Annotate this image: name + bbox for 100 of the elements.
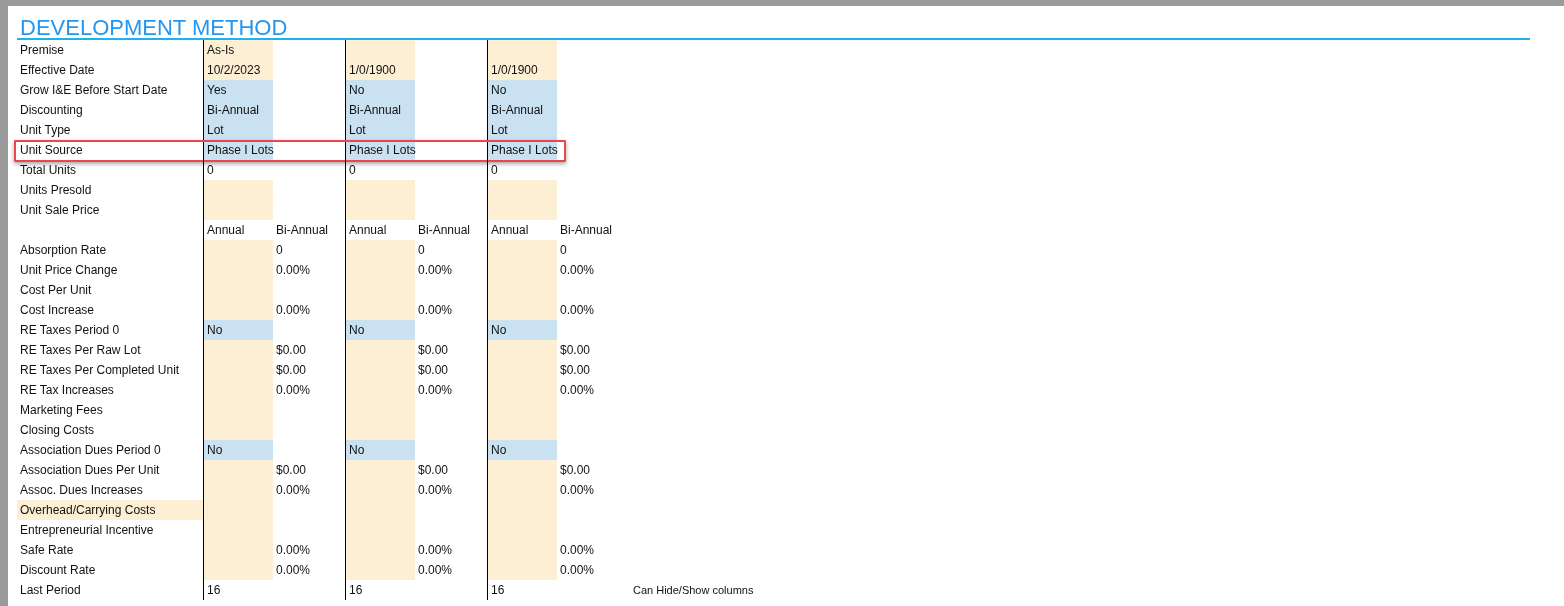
input-cell[interactable]: 10/2/2023 [203,60,273,80]
input-cell[interactable] [203,420,273,440]
input-cell[interactable] [487,340,557,360]
dropdown-cell[interactable]: Yes [203,80,273,100]
input-cell[interactable] [345,340,415,360]
input-cell[interactable] [203,560,273,580]
input-cell[interactable] [345,560,415,580]
dropdown-cell[interactable]: No [487,320,557,340]
dropdown-cell[interactable]: No [487,80,557,100]
table-cell-text: $0.00 [275,342,308,359]
input-cell[interactable] [487,300,557,320]
input-cell[interactable] [345,420,415,440]
table-cell-text: Bi-Annual [417,222,472,239]
table-cell-text: 0 [275,242,284,259]
table-cell-text: $0.00 [559,342,592,359]
row-label: Units Presold [19,182,93,199]
row-label: Entrepreneurial Incentive [19,522,155,539]
table-cell-text: 0.00% [559,562,596,579]
dropdown-cell[interactable]: No [203,440,273,460]
dropdown-cell[interactable]: Phase I Lots [345,140,415,160]
row-label: RE Tax Increases [19,382,115,399]
input-cell[interactable] [487,40,557,60]
table-cell-text: 0.00% [417,482,454,499]
row-label: Closing Costs [19,422,96,439]
input-cell[interactable] [487,200,557,220]
input-cell[interactable] [345,460,415,480]
table-cell-text: $0.00 [275,462,308,479]
dropdown-cell[interactable]: Phase I Lots [487,140,557,160]
input-cell[interactable] [487,560,557,580]
dropdown-cell[interactable]: No [345,440,415,460]
dropdown-cell[interactable]: Bi-Annual [203,100,273,120]
row-label: RE Taxes Per Completed Unit [19,362,181,379]
table-cell-text: 0 [559,242,568,259]
input-cell[interactable] [345,40,415,60]
row-label: Effective Date [19,62,96,79]
row-label: Grow I&E Before Start Date [19,82,169,99]
table-cell-text: 0.00% [417,262,454,279]
table-cell-text: $0.00 [275,362,308,379]
input-cell[interactable]: 1/0/1900 [487,60,557,80]
row-label: Cost Per Unit [19,282,93,299]
table-cell: 16 [487,580,557,600]
row-label: Unit Price Change [19,262,119,279]
table-cell-text: 0.00% [559,482,596,499]
row-label: Cost Increase [19,302,96,319]
input-cell[interactable] [345,180,415,200]
table-cell-text: $0.00 [417,362,450,379]
table-cell-text: Bi-Annual [275,222,330,239]
row-label: RE Taxes Per Raw Lot [19,342,142,359]
table-cell: 16 [203,580,273,600]
row-label: Discounting [19,102,84,119]
input-cell[interactable] [487,420,557,440]
input-cell[interactable] [487,240,557,260]
input-cell[interactable] [345,200,415,220]
table-cell-text: $0.00 [559,362,592,379]
row-label: RE Taxes Period 0 [19,322,121,339]
input-cell[interactable] [203,200,273,220]
input-cell[interactable] [203,340,273,360]
table-cell-text: 0.00% [559,382,596,399]
table-cell-text: 0.00% [417,302,454,319]
input-cell[interactable] [203,460,273,480]
dropdown-cell[interactable]: Phase I Lots [203,140,273,160]
row-label: Absorption Rate [19,242,108,259]
dropdown-cell[interactable]: Lot [203,120,273,140]
row-label: Association Dues Period 0 [19,442,162,459]
input-cell[interactable] [345,240,415,260]
dropdown-cell[interactable]: Bi-Annual [345,100,415,120]
input-cell[interactable] [203,180,273,200]
row-label: Unit Sale Price [19,202,101,219]
table-cell-text: $0.00 [559,462,592,479]
table-cell-text: 0.00% [417,542,454,559]
table-cell-text: 0.00% [275,262,312,279]
dropdown-cell[interactable]: Lot [487,120,557,140]
dropdown-cell[interactable]: No [345,320,415,340]
dropdown-cell[interactable]: No [487,440,557,460]
input-cell[interactable] [345,300,415,320]
table-cell-text: 0.00% [559,302,596,319]
row-label: Discount Rate [19,562,97,579]
row-label: Unit Type [19,122,72,139]
table-cell-text: 0.00% [559,542,596,559]
table-cell-text: 0.00% [275,482,312,499]
table-cell-text: 0.00% [275,562,312,579]
table-cell-text: 0 [417,242,426,259]
dropdown-cell[interactable]: No [345,80,415,100]
note-text: Can Hide/Show columns [632,583,755,598]
table-cell-text: 0.00% [275,302,312,319]
input-cell[interactable] [487,460,557,480]
dropdown-cell[interactable]: No [203,320,273,340]
table-cell-text: 0.00% [417,562,454,579]
dropdown-cell[interactable]: Lot [345,120,415,140]
input-cell[interactable] [203,240,273,260]
row-label: Association Dues Per Unit [19,462,161,479]
row-label: Premise [19,42,65,59]
input-cell[interactable]: As-Is [203,40,273,60]
row-label: Last Period [19,582,82,599]
dropdown-cell[interactable]: Bi-Annual [487,100,557,120]
table-cell: 16 [345,580,415,600]
row-label: Assoc. Dues Increases [19,482,144,499]
input-cell[interactable] [203,300,273,320]
input-cell[interactable]: 1/0/1900 [345,60,415,80]
input-cell[interactable] [487,180,557,200]
